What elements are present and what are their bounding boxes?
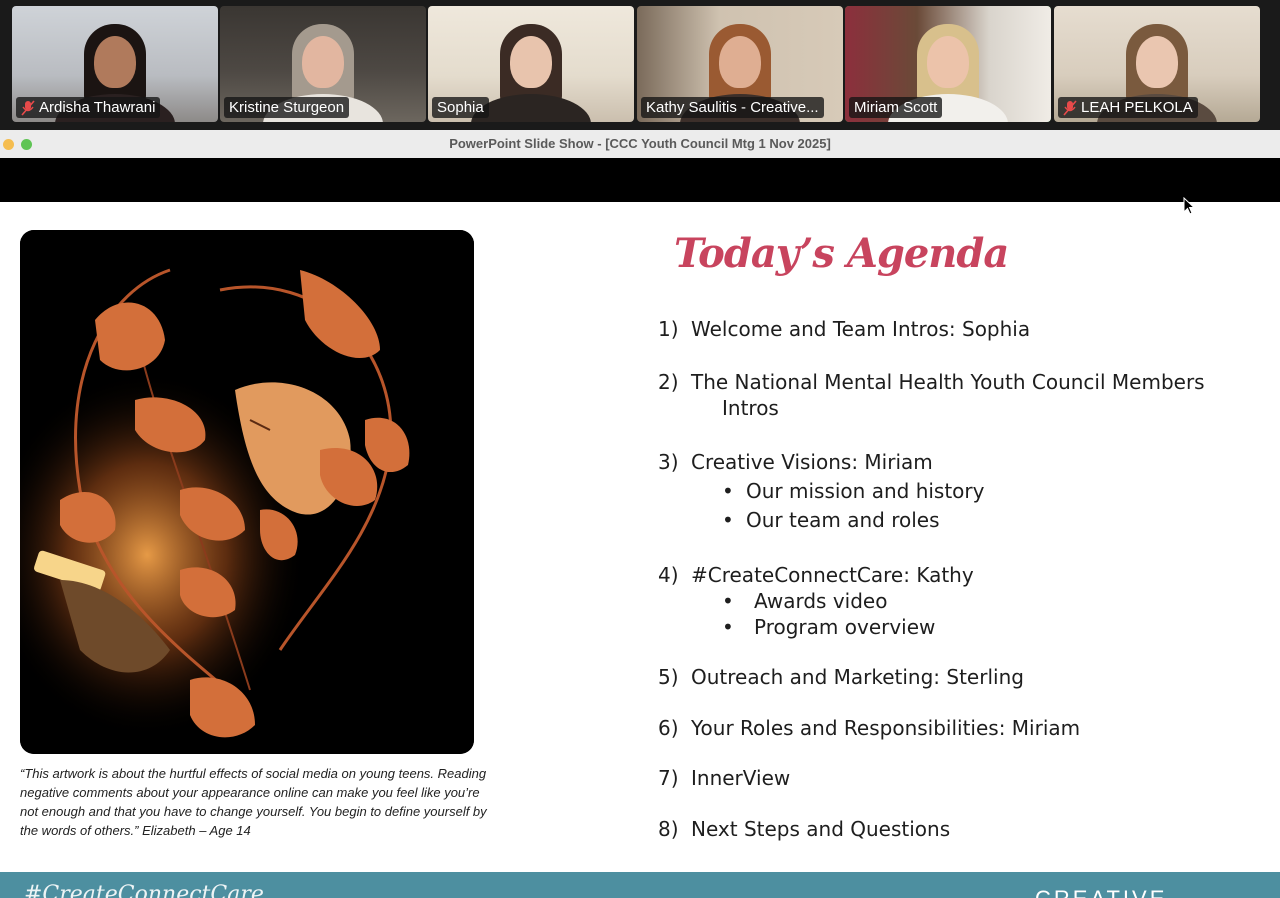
- participant-name: Ardisha Thawrani: [39, 99, 156, 116]
- video-face: [94, 36, 136, 88]
- artwork-caption: “This artwork is about the hurtful effec…: [20, 766, 487, 838]
- bullet: •: [722, 615, 734, 639]
- participant-tile[interactable]: LEAH PELKOLA: [1054, 6, 1260, 122]
- participant-name: Sophia: [437, 99, 484, 116]
- agenda-item-text: Welcome and Team Intros: Sophia: [691, 317, 1031, 341]
- agenda-item-text: InnerView: [691, 766, 791, 790]
- mic-muted-icon: [1063, 99, 1077, 116]
- participant-name-tag: Kristine Sturgeon: [224, 97, 350, 118]
- agenda-subitem-text: Our team and roles: [746, 508, 940, 532]
- agenda-item-number: 3): [658, 450, 679, 474]
- participant-name-tag: Ardisha Thawrani: [16, 97, 161, 118]
- participant-strip: Ardisha Thawrani Kristine Sturgeon Sophi…: [0, 0, 1280, 130]
- participant-name: LEAH PELKOLA: [1081, 99, 1193, 116]
- agenda-item-text: #CreateConnectCare: Kathy: [691, 563, 974, 587]
- participant-name: Kristine Sturgeon: [229, 99, 345, 116]
- participant-tile[interactable]: Sophia: [428, 6, 634, 122]
- agenda-item-number: 5): [658, 665, 679, 689]
- mic-muted-icon: [21, 99, 35, 116]
- agenda-item-continuation: Intros: [722, 396, 779, 420]
- video-face: [719, 36, 761, 88]
- slide-footer: #CreateConnectCare CREATIVE: [0, 872, 1280, 898]
- video-face: [510, 36, 552, 88]
- participant-tile[interactable]: Ardisha Thawrani: [12, 6, 218, 122]
- window-title-bar: PowerPoint Slide Show - [CCC Youth Counc…: [0, 130, 1280, 159]
- agenda-item-number: 6): [658, 716, 679, 740]
- video-face: [1136, 36, 1178, 88]
- presentation-slide: “This artwork is about the hurtful effec…: [0, 202, 1280, 898]
- agenda-subitem-text: Awards video: [754, 589, 888, 613]
- agenda-title: Today’s Agenda: [674, 230, 1009, 277]
- video-face: [302, 36, 344, 88]
- participant-name-tag: LEAH PELKOLA: [1058, 97, 1198, 118]
- slideshow-letterbox: [0, 158, 1280, 202]
- agenda-item-text: The National Mental Health Youth Council…: [691, 370, 1205, 394]
- mouse-cursor-icon: [1183, 197, 1195, 215]
- agenda-item-text: Your Roles and Responsibilities: Miriam: [691, 716, 1081, 740]
- agenda-item-number: 7): [658, 766, 679, 790]
- participant-name: Kathy Saulitis - Creative...: [646, 99, 819, 116]
- participant-tile[interactable]: Kathy Saulitis - Creative...: [637, 6, 843, 122]
- agenda-item-text: Next Steps and Questions: [691, 817, 951, 841]
- footer-tagline: #CreateConnectCare: [24, 882, 264, 898]
- bullet: •: [722, 479, 734, 503]
- participant-tile-active-speaker[interactable]: Miriam Scott: [845, 6, 1051, 122]
- participant-tile[interactable]: Kristine Sturgeon: [220, 6, 426, 122]
- artwork-image: [20, 230, 474, 754]
- footer-brand-logo: CREATIVE: [1035, 886, 1167, 898]
- bullet: •: [722, 589, 734, 613]
- agenda-item-number: 2): [658, 370, 679, 394]
- agenda-item-text: Outreach and Marketing: Sterling: [691, 665, 1024, 689]
- participant-name-tag: Sophia: [432, 97, 489, 118]
- participant-name-tag: Miriam Scott: [849, 97, 943, 118]
- participant-name: Miriam Scott: [854, 99, 938, 116]
- agenda-subitem-text: Program overview: [754, 615, 936, 639]
- artwork-illustration: [20, 230, 474, 754]
- participant-name-tag: Kathy Saulitis - Creative...: [641, 97, 824, 118]
- agenda-item-number: 4): [658, 563, 679, 587]
- window-title: PowerPoint Slide Show - [CCC Youth Counc…: [449, 136, 831, 151]
- agenda-item-text: Creative Visions: Miriam: [691, 450, 933, 474]
- bullet: •: [722, 508, 734, 532]
- agenda-item-number: 8): [658, 817, 679, 841]
- video-face: [927, 36, 969, 88]
- agenda-subitem-text: Our mission and history: [746, 479, 985, 503]
- agenda-item-number: 1): [658, 317, 679, 341]
